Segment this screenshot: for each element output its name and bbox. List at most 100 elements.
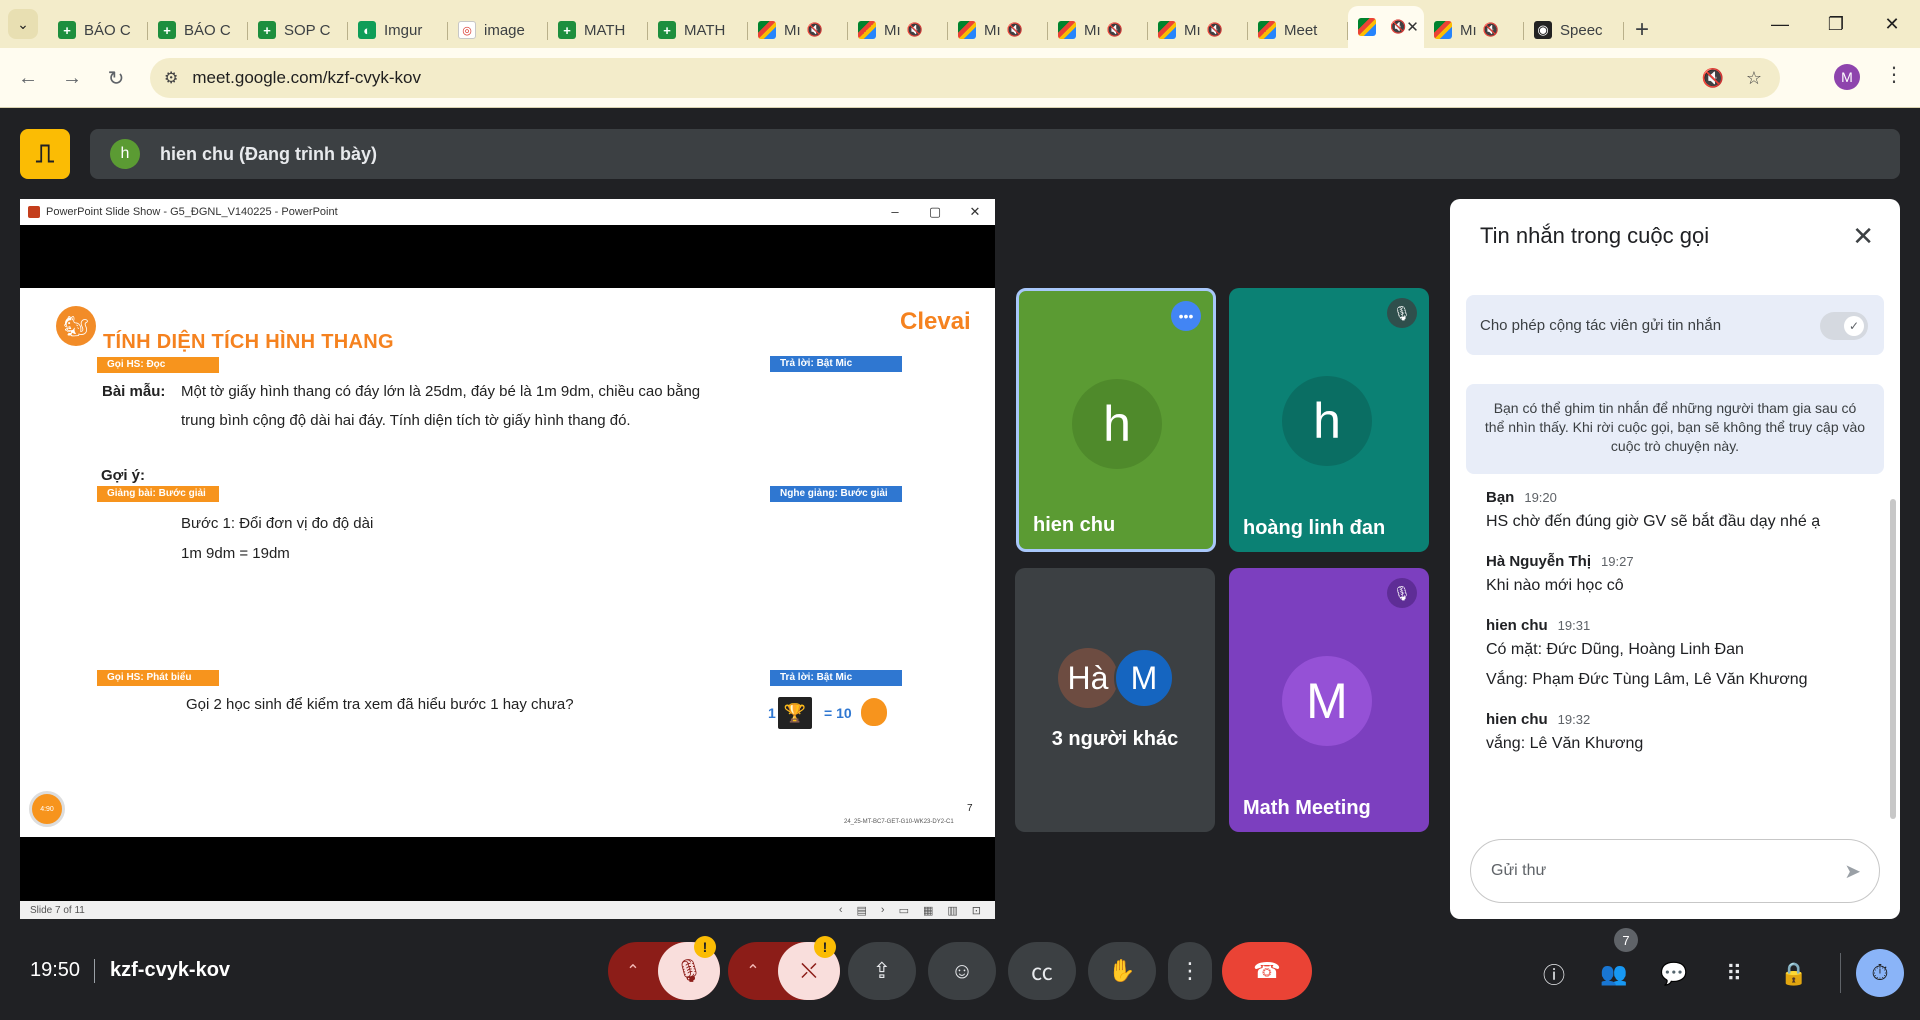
allow-messages-toggle[interactable]: ✓: [1820, 312, 1868, 340]
browser-menu-icon[interactable]: ⋮: [1884, 62, 1904, 87]
close-chat-icon[interactable]: ✕: [1852, 221, 1874, 252]
mic-off-icon: 🎙: [1387, 298, 1417, 328]
people-icon[interactable]: 👥: [1596, 956, 1632, 992]
tab-title: BÁO C: [184, 21, 231, 39]
tile-hien-chu[interactable]: ••• h hien chu: [1016, 288, 1216, 552]
browser-tab[interactable]: + BÁO C: [48, 12, 148, 48]
prev-slide-icon: ‹: [838, 903, 843, 916]
minimize-button[interactable]: —: [1752, 0, 1808, 48]
present-screen-button[interactable]: ⇪: [848, 942, 916, 1000]
browser-tab-strip: ⌄ + BÁO C + BÁO C + SOP C ◐ Imgur ◎ image + MATH + MA…: [0, 0, 1920, 48]
meet-icon: [1158, 21, 1176, 39]
tile-math-meeting[interactable]: 🎙 M Math Meeting: [1229, 568, 1429, 832]
participant-avatar: h: [1072, 379, 1162, 469]
captions-button[interactable]: ㏄: [1008, 942, 1076, 1000]
browser-tab[interactable]: + MATH: [648, 12, 748, 48]
chat-scrollbar[interactable]: [1890, 499, 1896, 819]
chat-icon[interactable]: 💬: [1656, 956, 1692, 992]
url-text[interactable]: meet.google.com/kzf-cvyk-kov: [192, 68, 421, 88]
timer-icon[interactable]: ⏱: [1856, 949, 1904, 997]
browser-tab[interactable]: Mı 🔇: [1424, 12, 1524, 48]
browser-tab[interactable]: + BÁO C: [148, 12, 248, 48]
mic-control[interactable]: ⌃ 🎙 !: [608, 936, 720, 1000]
tile-others[interactable]: Hà M 3 người khác: [1015, 568, 1215, 832]
message-time: 19:27: [1601, 554, 1634, 569]
emoji-reaction-button[interactable]: ☺: [928, 942, 996, 1000]
browser-tab[interactable]: + MATH: [548, 12, 648, 48]
profile-avatar[interactable]: M: [1834, 64, 1860, 90]
tag-answer-1: Trả lời: Bật Mic: [770, 356, 902, 372]
message-list: Bạn 19:20 HS chờ đến đúng giờ GV sẽ bắt đầ…: [1486, 489, 1876, 775]
browser-tab[interactable]: ◎ image: [448, 12, 548, 48]
tab-muted-icon[interactable]: 🔇: [1390, 19, 1406, 35]
tag-speak: Gọi HS: Phát biểu: [97, 670, 219, 686]
leave-call-button[interactable]: ☎: [1222, 942, 1312, 1000]
tab-title: Mı: [884, 21, 901, 39]
camera-control[interactable]: ⌃ ⛌ !: [728, 936, 840, 1000]
more-options-icon[interactable]: •••: [1171, 301, 1201, 331]
browser-tab[interactable]: ◐ Imgur: [348, 12, 448, 48]
tab-title: Mı: [1460, 21, 1477, 39]
browser-tab[interactable]: Mı 🔇: [1048, 12, 1148, 48]
tile-hoang-linh-dan[interactable]: 🎙 h hoàng linh đan: [1229, 288, 1429, 552]
chat-panel: Tin nhắn trong cuộc gọi ✕ Cho phép cộng …: [1450, 199, 1900, 919]
browser-tab[interactable]: 🔇 ✕: [1348, 6, 1424, 48]
meeting-info-icon[interactable]: ⓘ: [1536, 956, 1572, 992]
message-placeholder[interactable]: Gửi thư: [1491, 862, 1546, 880]
tab-title: MATH: [584, 21, 626, 39]
tab-muted-icon[interactable]: 🔇: [807, 22, 823, 38]
camera-warning-icon: !: [814, 936, 836, 958]
chevron-up-icon[interactable]: ⌃: [608, 961, 658, 981]
ppt-close-icon: ✕: [969, 204, 981, 219]
new-tab-button[interactable]: +: [1624, 12, 1660, 48]
more-options-button[interactable]: ⋮: [1168, 942, 1212, 1000]
browser-tab[interactable]: Mı 🔇: [1148, 12, 1248, 48]
meeting-time: 19:50: [30, 959, 81, 981]
participant-avatar: M: [1282, 656, 1372, 746]
omnibox[interactable]: ⚙ meet.google.com/kzf-cvyk-kov 🔇 ☆: [150, 58, 1780, 98]
tab-muted-icon[interactable]: 🔇: [1107, 22, 1123, 38]
back-button[interactable]: ←: [12, 62, 44, 94]
sample-line-1: Một tờ giấy hình thang có đáy lớn là 25d…: [181, 383, 701, 400]
close-window-button[interactable]: ✕: [1864, 0, 1920, 48]
reload-button[interactable]: ↻: [100, 62, 132, 94]
browser-tab[interactable]: + SOP C: [248, 12, 348, 48]
message-sender: Bạn: [1486, 489, 1515, 506]
tab-search-button[interactable]: ⌄: [8, 9, 38, 39]
address-toolbar: ← → ↻ ⚙ meet.google.com/kzf-cvyk-kov 🔇 ☆…: [0, 48, 1920, 108]
tag-teach: Giảng bài: Bước giải: [97, 486, 219, 502]
browser-tab[interactable]: ◉ Speec: [1524, 12, 1624, 48]
browser-tab[interactable]: Mı 🔇: [748, 12, 848, 48]
tag-answer-2: Trả lời: Bật Mic: [770, 670, 902, 686]
meeting-code: kzf-cvyk-kov: [110, 959, 231, 981]
bookmark-star-icon[interactable]: ☆: [1746, 68, 1762, 89]
message-input[interactable]: Gửi thư ➤: [1470, 839, 1880, 903]
tab-muted-icon[interactable]: 🔇: [1007, 22, 1023, 38]
other-avatar-m: M: [1114, 648, 1174, 708]
reading-view-icon: ▥: [947, 904, 958, 917]
restore-button[interactable]: ❐: [1808, 0, 1864, 48]
mic-off-icon: 🎙: [1387, 578, 1417, 608]
raise-hand-button[interactable]: ✋: [1088, 942, 1156, 1000]
presentation-icon[interactable]: ⎍: [20, 129, 70, 179]
browser-tab[interactable]: Mı 🔇: [948, 12, 1048, 48]
forward-button[interactable]: →: [56, 62, 88, 94]
close-tab-icon[interactable]: ✕: [1406, 18, 1419, 36]
chat-message: Bạn 19:20 HS chờ đến đúng giờ GV sẽ bắt đầ…: [1486, 489, 1876, 537]
tab-title: Meet: [1284, 21, 1318, 39]
send-icon[interactable]: ➤: [1844, 859, 1861, 884]
browser-tab[interactable]: Meet: [1248, 12, 1348, 48]
slide-page-number: 7: [967, 803, 973, 814]
activities-icon[interactable]: ⠿: [1716, 956, 1752, 992]
host-controls-icon[interactable]: 🔒: [1776, 956, 1812, 992]
tab-muted-icon[interactable]: 🔇: [1483, 22, 1499, 38]
site-info-icon[interactable]: ⚙: [164, 68, 178, 88]
tab-muted-icon[interactable]: 🔇: [1701, 68, 1723, 89]
slide-counter: Slide 7 of 11: [30, 904, 85, 916]
tab-muted-icon[interactable]: 🔇: [1207, 22, 1223, 38]
tab-muted-icon[interactable]: 🔇: [907, 22, 923, 38]
browser-tab[interactable]: Mı 🔇: [848, 12, 948, 48]
chevron-up-icon[interactable]: ⌃: [728, 961, 778, 981]
chat-message: Hà Nguyễn Thị 19:27 Khi nào mới học cô: [1486, 553, 1876, 601]
participant-name: Math Meeting: [1243, 797, 1371, 819]
